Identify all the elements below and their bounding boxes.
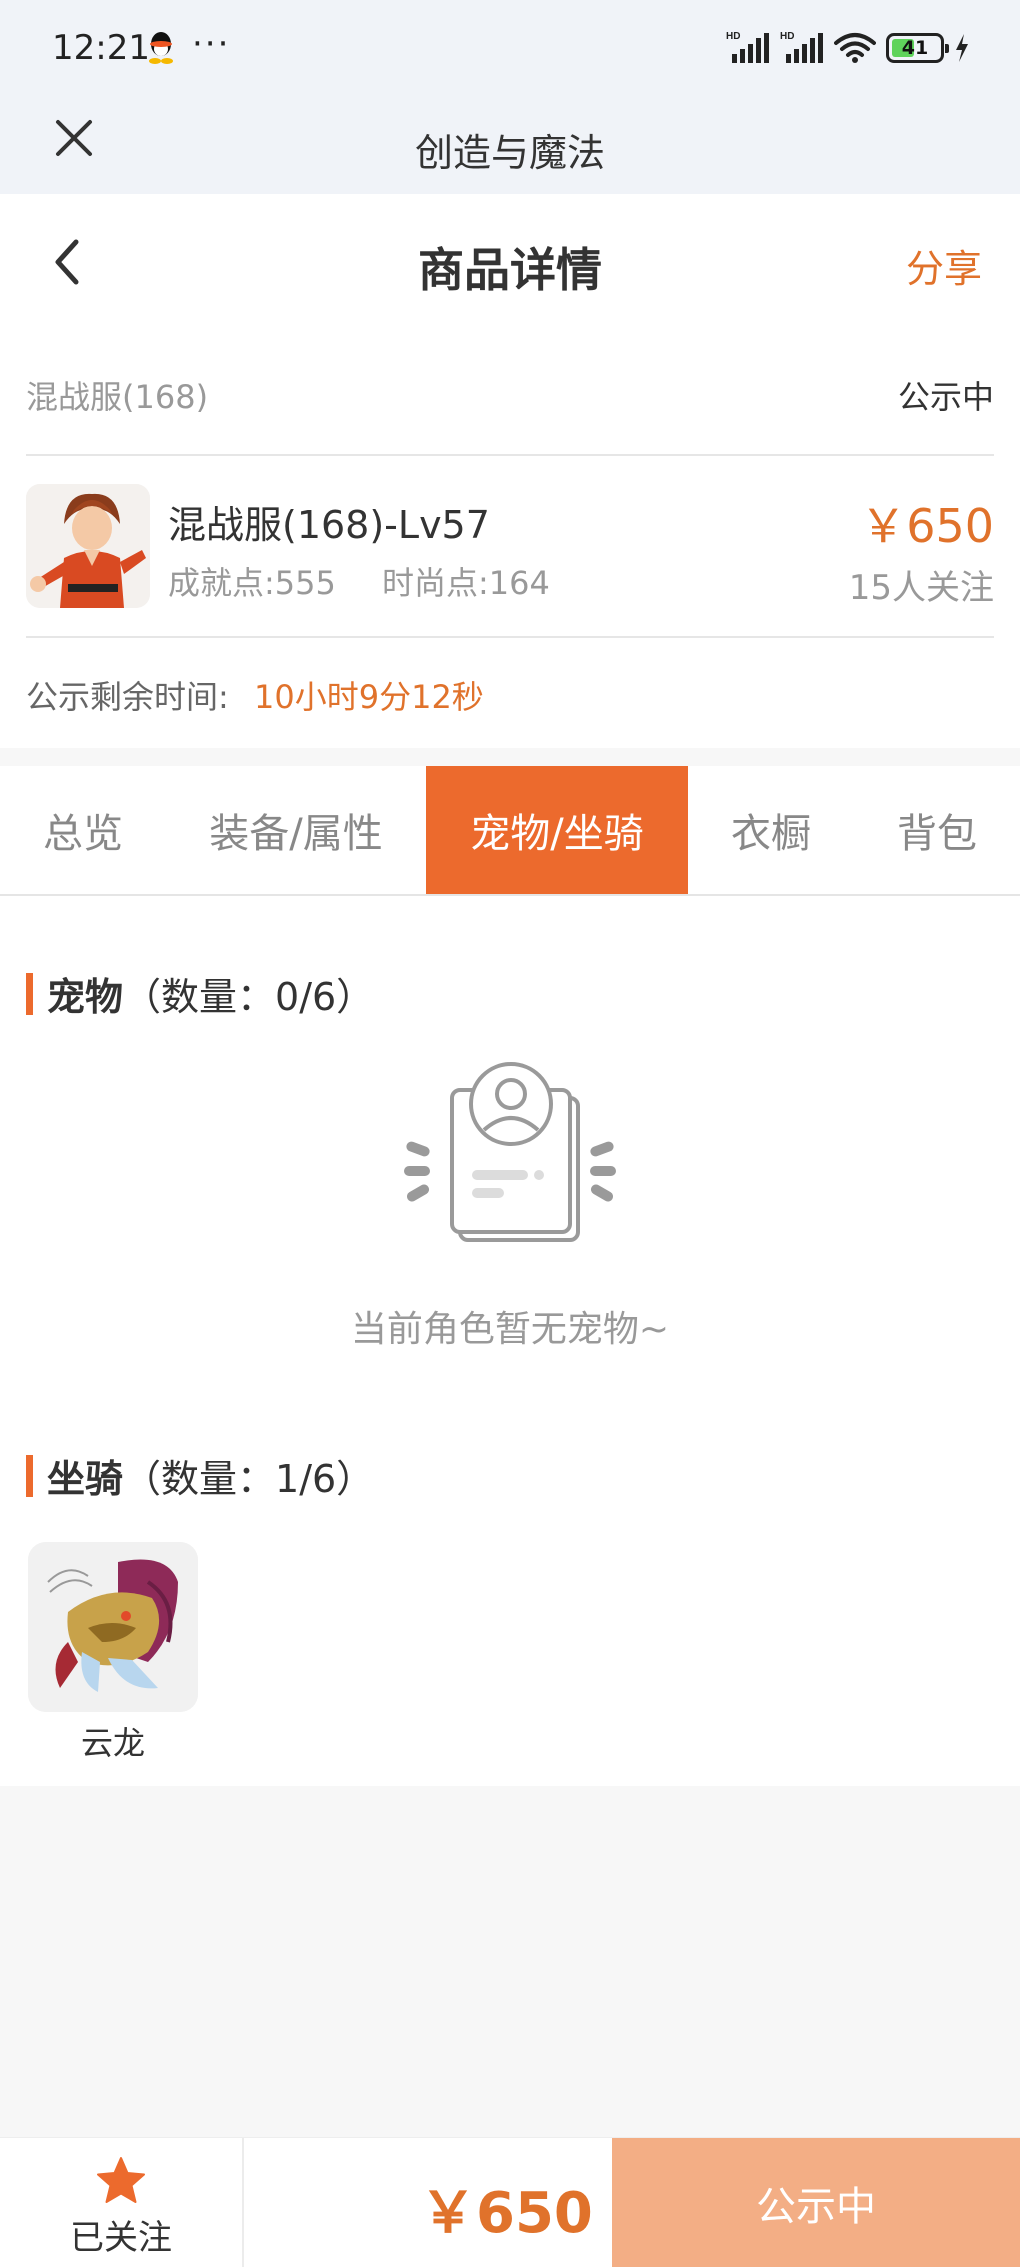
divider: [26, 454, 994, 456]
tab-overview[interactable]: 总览: [0, 766, 166, 894]
mounts-title: 坐骑: [47, 1457, 124, 1501]
battery-icon: 41: [886, 33, 949, 63]
pets-section-title: 宠物 （数量：0/6）: [26, 966, 374, 1021]
status-more-dots: ···: [192, 24, 231, 64]
bottom-bar: 已关注 ￥650 公示中: [0, 2137, 1020, 2267]
battery-level: 41: [901, 37, 929, 59]
mount-card[interactable]: [28, 1542, 198, 1712]
mounts-count: （数量：1/6）: [123, 1457, 375, 1501]
wifi-icon: [834, 33, 876, 63]
follow-button[interactable]: 已关注: [0, 2138, 244, 2267]
server-name: 混战服(168): [26, 378, 209, 416]
qq-icon: [149, 32, 173, 64]
publicity-status: 公示中: [897, 378, 994, 416]
status-time: 12:21: [52, 28, 150, 68]
empty-state-icon: [404, 1062, 616, 1242]
character-name: 混战服(168)-Lv57: [168, 503, 490, 547]
status-right-group: HD HD 41: [726, 28, 970, 68]
mounts-section-title: 坐骑 （数量：1/6）: [26, 1448, 374, 1503]
mount-name: 云龙: [80, 1724, 145, 1762]
app-bar: 创造与魔法: [0, 98, 1020, 194]
app-title: 创造与魔法: [414, 131, 605, 175]
star-icon: [97, 2157, 145, 2203]
svg-text:HD: HD: [780, 31, 794, 42]
tab-pets-mounts[interactable]: 宠物/坐骑: [426, 766, 688, 894]
mount-dragon-image: [28, 1542, 198, 1712]
tab-bar: 总览 装备/属性 宠物/坐骑 衣橱 背包: [0, 766, 1020, 896]
section-accent-bar: [26, 972, 33, 1015]
tab-equipment[interactable]: 装备/属性: [166, 766, 426, 894]
character-avatar: [26, 484, 150, 608]
tab-content: 宠物 （数量：0/6） 当前角色暂无宠物~ 坐骑 （数量：1/6） 云龙: [0, 896, 1020, 1786]
product-info: 混战服(168) 公示中 混战服(168)-Lv57 成就点:555 时尚点:1…: [0, 336, 1020, 748]
signal-hd-icon: HD: [726, 31, 769, 63]
status-bar: 12:21 ··· HD HD 41: [0, 0, 1020, 98]
pets-count: （数量：0/6）: [123, 975, 375, 1019]
section-accent-bar: [26, 1454, 33, 1497]
divider: [26, 636, 994, 638]
time-left-value: 10小时9分12秒: [254, 678, 484, 716]
page-title: 商品详情: [418, 243, 602, 297]
tab-wardrobe[interactable]: 衣橱: [688, 766, 854, 894]
empty-pets-message: 当前角色暂无宠物~: [350, 1309, 670, 1350]
bottom-price: ￥650: [420, 2181, 593, 2246]
signal-hd-icon-2: HD: [780, 31, 823, 63]
product-price: ￥650: [860, 499, 994, 553]
follow-label: 已关注: [70, 2218, 172, 2258]
publicity-action-button[interactable]: 公示中: [612, 2138, 1020, 2267]
tab-backpack[interactable]: 背包: [854, 766, 1020, 894]
charging-icon: [956, 34, 968, 62]
share-button[interactable]: 分享: [906, 238, 982, 293]
pets-title: 宠物: [47, 975, 124, 1019]
achievement-points: 成就点:555: [168, 564, 336, 602]
time-left-label: 公示剩余时间:: [26, 678, 229, 716]
fashion-points: 时尚点:164: [382, 564, 550, 602]
follower-count: 15人关注: [848, 568, 994, 608]
svg-text:HD: HD: [726, 31, 740, 42]
page-header: 商品详情 分享: [0, 194, 1020, 336]
